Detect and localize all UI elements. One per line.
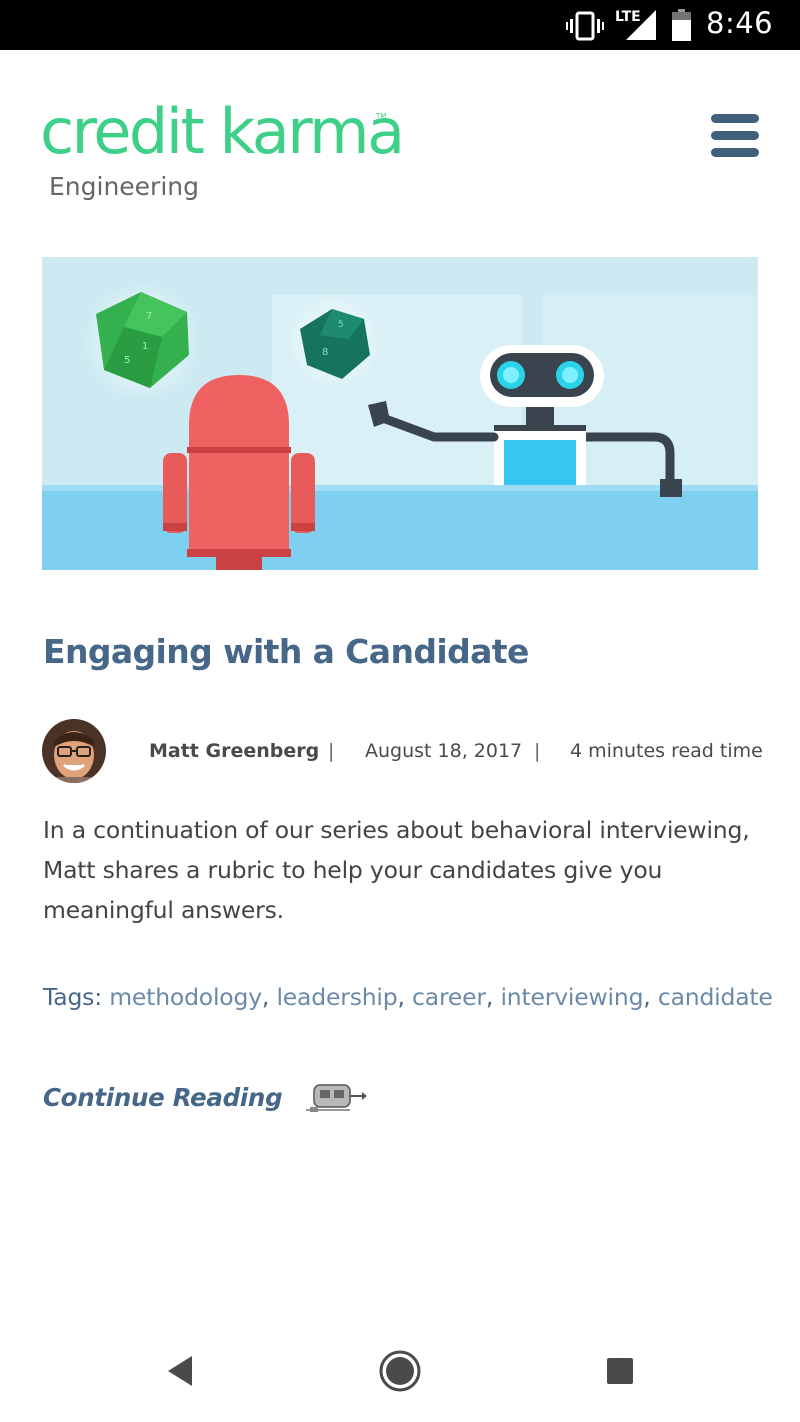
status-clock: 8:46 bbox=[706, 6, 774, 40]
tags-label: Tags: bbox=[43, 983, 102, 1011]
recent-apps-icon[interactable] bbox=[605, 1356, 635, 1386]
vibrate-icon bbox=[566, 11, 604, 41]
credit-karma-logo[interactable]: credit karma TM bbox=[40, 92, 405, 172]
status-bar: LTE 8:46 bbox=[0, 0, 800, 50]
tag-link-candidate[interactable]: candidate bbox=[658, 983, 773, 1011]
svg-text:5: 5 bbox=[338, 320, 344, 330]
logo-trademark: TM bbox=[376, 112, 387, 120]
continue-reading-label: Continue Reading bbox=[43, 1082, 283, 1112]
article-title[interactable]: Engaging with a Candidate bbox=[43, 632, 529, 671]
publish-date: August 18, 2017 bbox=[365, 740, 523, 762]
author-name[interactable]: Matt Greenberg bbox=[149, 740, 319, 762]
tag-link-interviewing[interactable]: interviewing bbox=[500, 983, 643, 1011]
continue-reading-link[interactable]: Continue Reading bbox=[43, 1079, 368, 1115]
meta-separator: | bbox=[328, 740, 335, 762]
author-avatar[interactable] bbox=[42, 719, 106, 783]
tag-list: Tags: methodology, leadership, career, i… bbox=[43, 983, 773, 1011]
signal-icon bbox=[626, 10, 656, 40]
meta-separator: | bbox=[534, 740, 541, 762]
article-excerpt: In a continuation of our series about be… bbox=[43, 816, 750, 924]
svg-text:8: 8 bbox=[322, 347, 328, 358]
hero-illustration[interactable]: 1 5 7 8 5 bbox=[42, 257, 758, 570]
tag-link-leadership[interactable]: leadership bbox=[276, 983, 397, 1011]
android-nav-bar bbox=[0, 1318, 800, 1422]
tag-link-career[interactable]: career bbox=[412, 983, 486, 1011]
hamburger-menu-icon[interactable] bbox=[709, 110, 761, 162]
read-time: 4 minutes read time bbox=[570, 740, 763, 762]
svg-text:7: 7 bbox=[146, 311, 152, 322]
blog-subtitle: Engineering bbox=[49, 172, 199, 201]
home-icon[interactable] bbox=[378, 1349, 422, 1393]
back-icon[interactable] bbox=[166, 1354, 196, 1388]
battery-icon bbox=[672, 9, 691, 41]
logo-text: credit karma bbox=[40, 95, 405, 168]
tag-link-methodology[interactable]: methodology bbox=[109, 983, 262, 1011]
svg-text:5: 5 bbox=[124, 355, 130, 366]
svg-text:1: 1 bbox=[142, 341, 148, 352]
robot-arrow-icon bbox=[306, 1084, 368, 1112]
